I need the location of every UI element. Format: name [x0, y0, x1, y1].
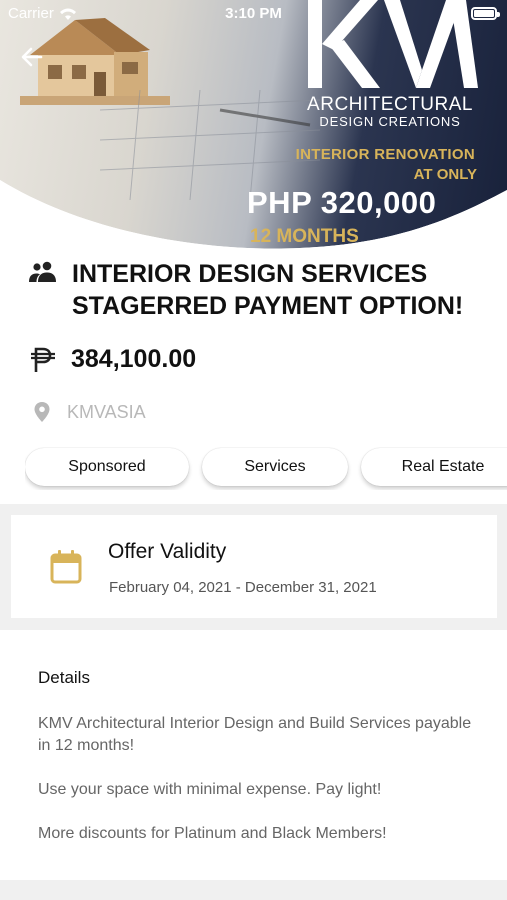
- bottom-divider: [0, 880, 507, 900]
- details-title: Details: [38, 668, 90, 687]
- listing-location: KMVASIA: [67, 401, 146, 422]
- calendar-icon: [50, 550, 82, 584]
- details-paragraph: More discounts for Platinum and Black Me…: [38, 825, 387, 842]
- location-pin-icon: [34, 402, 50, 422]
- hero-curve-overlay: [0, 180, 507, 250]
- offer-validity-dates: February 04, 2021 - December 31, 2021: [109, 579, 377, 596]
- listing-title: INTERIOR DESIGN SERVICES STAGERRED PAYME…: [72, 260, 464, 320]
- offer-validity-card: Offer Validity February 04, 2021 - Decem…: [11, 515, 497, 618]
- details-section: Details KMV Architectural Interior Desig…: [0, 630, 507, 880]
- group-icon: [29, 261, 56, 282]
- peso-icon: [31, 347, 55, 372]
- details-paragraph: KMV Architectural Interior Design and Bu…: [38, 715, 472, 754]
- listing-title-row: INTERIOR DESIGN SERVICES STAGERRED PAYME…: [28, 258, 498, 322]
- tag-chips: Sponsored Services Real Estate: [25, 446, 507, 490]
- listing-price: 384,100.00: [71, 345, 197, 373]
- tag-chip-services[interactable]: Services: [202, 448, 348, 486]
- tag-chip-real-estate[interactable]: Real Estate: [361, 448, 507, 486]
- price-row: 384,100.00: [30, 345, 196, 374]
- location-row: KMVASIA: [33, 401, 146, 423]
- details-body: KMV Architectural Interior Design and Bu…: [38, 713, 478, 867]
- tag-chip-sponsored[interactable]: Sponsored: [25, 448, 189, 486]
- offer-validity-title: Offer Validity: [108, 540, 227, 563]
- details-paragraph: Use your space with minimal expense. Pay…: [38, 781, 382, 798]
- hero-banner: Carrier 3:10 PM ARCHITECTURAL DESIGN CRE…: [0, 0, 507, 250]
